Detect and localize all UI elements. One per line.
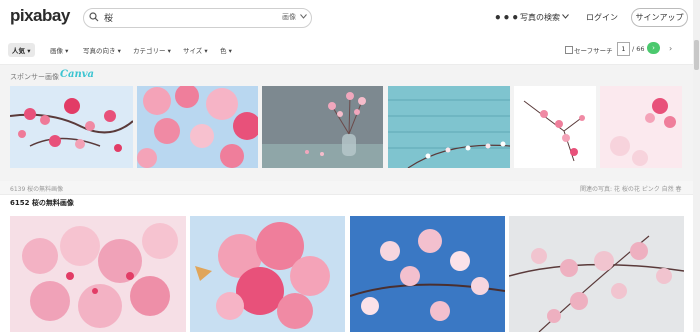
results-count-small: 6139 桜の無料画像: [10, 186, 64, 193]
signup-button[interactable]: サインアップ: [631, 8, 688, 27]
filter-bar: 人気 ▾ 画像 ▾ 写真の向き ▾ カテゴリー ▾ サイズ ▾ 色 ▾ セーフサ…: [0, 36, 693, 65]
result-image-2[interactable]: [190, 216, 345, 332]
filter-category[interactable]: カテゴリー ▾: [133, 45, 171, 55]
related-searches[interactable]: 関連の写真: 花 桜の花 ピンク 自然 春: [580, 184, 682, 193]
login-link[interactable]: ログイン: [586, 12, 618, 23]
filter-size[interactable]: サイズ ▾: [183, 45, 208, 55]
pixabay-logo[interactable]: pixabay: [10, 6, 70, 26]
chevron-down-icon[interactable]: [562, 14, 569, 19]
search-icon: [89, 12, 99, 22]
sponsored-label: スポンサー画像: [10, 73, 59, 81]
result-image-4[interactable]: [509, 216, 684, 332]
safe-search-label: セーフサーチ: [574, 47, 613, 55]
filter-size-label: サイズ: [183, 47, 203, 55]
filter-popular-label: 人気: [12, 47, 25, 55]
search-input[interactable]: 桜: [104, 11, 113, 24]
search-bar[interactable]: 桜 画像: [83, 8, 312, 28]
filter-media-type[interactable]: 画像 ▾: [50, 45, 68, 55]
canva-logo[interactable]: Canva: [60, 69, 94, 80]
chevron-right-icon[interactable]: ›: [669, 44, 672, 53]
filter-category-label: カテゴリー: [133, 47, 166, 55]
result-image-3[interactable]: [350, 216, 505, 332]
sponsored-image-5[interactable]: [514, 86, 596, 168]
filter-popular[interactable]: 人気 ▾: [8, 43, 35, 57]
filter-media-type-label: 画像: [50, 47, 63, 55]
filter-orientation[interactable]: 写真の向き ▾: [83, 45, 121, 55]
divider: [0, 194, 693, 195]
sponsored-image-1[interactable]: [10, 86, 133, 168]
page-number-input[interactable]: 1: [617, 42, 630, 56]
safe-search-checkbox[interactable]: [565, 46, 573, 54]
filter-orientation-label: 写真の向き: [83, 47, 116, 55]
result-image-1[interactable]: [10, 216, 186, 332]
top-navigation-bar: pixabay 桜 画像 ••• 写真の検索 ログイン サインアップ: [0, 0, 700, 37]
chevron-down-icon[interactable]: [300, 14, 307, 19]
search-type-select[interactable]: 画像: [282, 12, 296, 22]
scrollbar-thumb[interactable]: [694, 40, 699, 70]
sponsored-image-4[interactable]: [388, 86, 510, 168]
sponsored-image-3[interactable]: [262, 86, 383, 168]
filter-color[interactable]: 色 ▾: [220, 45, 232, 55]
sponsored-image-6[interactable]: [600, 86, 682, 168]
explore-menu[interactable]: 写真の検索: [520, 12, 560, 23]
results-title: 6152 桜の無料画像: [10, 199, 74, 207]
filter-color-label: 色: [220, 47, 227, 55]
page-total: / 66: [632, 45, 645, 53]
next-page-button[interactable]: ›: [647, 42, 660, 54]
sponsored-image-2[interactable]: [137, 86, 258, 168]
more-options-button[interactable]: •••: [494, 11, 520, 25]
